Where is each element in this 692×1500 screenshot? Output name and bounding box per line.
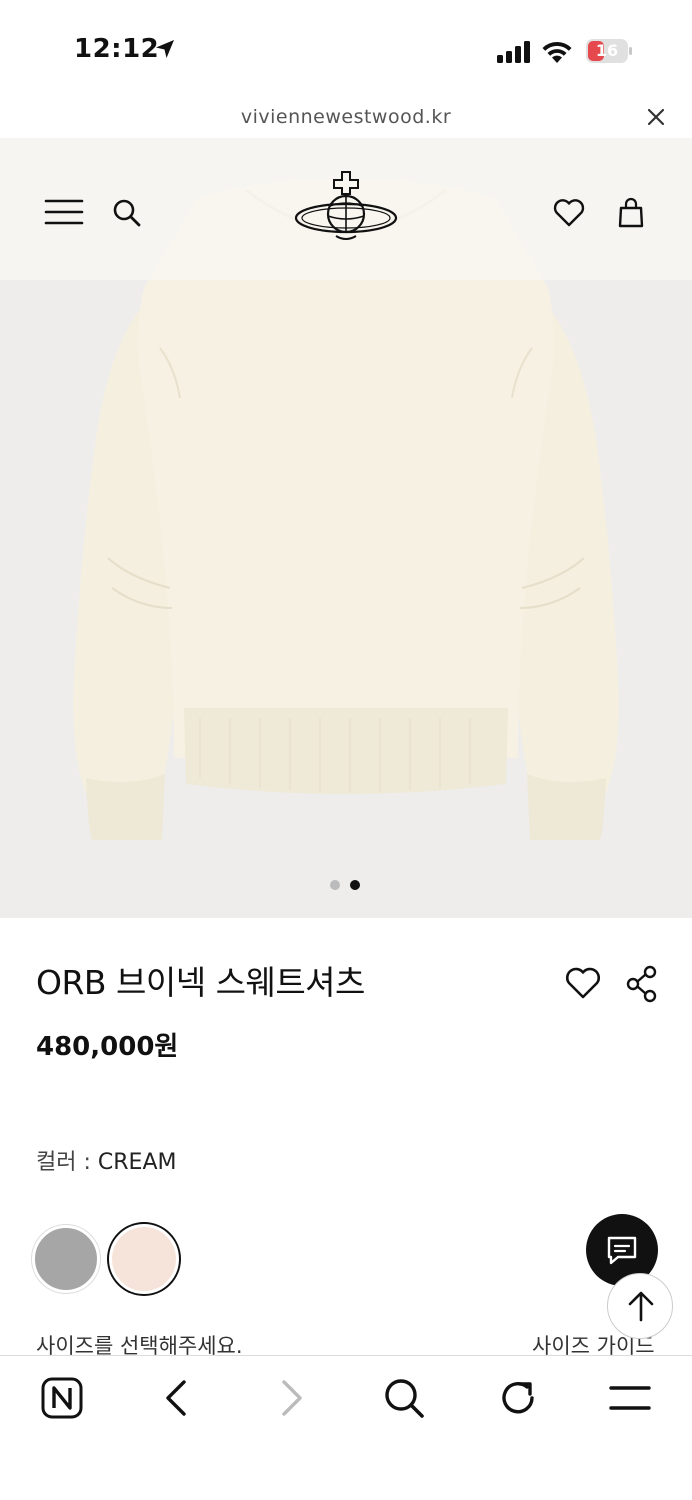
browser-bottom-nav	[0, 1355, 692, 1500]
status-bar: 12:12 16	[0, 0, 692, 100]
wifi-icon	[542, 41, 572, 63]
forward-icon[interactable]	[266, 1374, 314, 1422]
color-label: 컬러 : CREAM	[36, 1144, 176, 1176]
status-time: 12:12	[74, 34, 160, 64]
search-icon[interactable]	[112, 198, 142, 228]
product-title: ORB 브이넥 스웨트셔츠	[36, 963, 365, 1002]
search-icon[interactable]	[380, 1374, 428, 1422]
page-dot[interactable]	[330, 880, 340, 890]
product-price: 480,000원	[36, 1032, 179, 1062]
page-dot-active[interactable]	[350, 880, 360, 890]
battery-level: 16	[595, 41, 619, 60]
shopping-bag-icon[interactable]	[618, 196, 644, 228]
color-label-prefix: 컬러 :	[36, 1150, 98, 1175]
location-arrow-icon	[156, 40, 174, 58]
url-text[interactable]: viviennewestwood.kr	[0, 106, 692, 128]
arrow-up-icon	[628, 1291, 654, 1322]
image-pagination[interactable]	[330, 880, 364, 892]
wishlist-heart-icon[interactable]	[564, 966, 602, 1000]
scroll-to-top-button[interactable]	[607, 1273, 673, 1339]
reload-icon[interactable]	[494, 1374, 542, 1422]
close-icon[interactable]	[645, 106, 667, 128]
share-icon[interactable]	[624, 964, 660, 1004]
hamburger-menu-icon[interactable]	[44, 198, 84, 226]
chat-icon	[607, 1236, 637, 1265]
color-value: CREAM	[97, 1150, 177, 1175]
orb-logo[interactable]	[292, 170, 400, 246]
naver-n-icon[interactable]	[38, 1374, 86, 1422]
color-swatch-gray[interactable]	[32, 1225, 100, 1293]
browser-url-bar[interactable]: viviennewestwood.kr	[0, 100, 692, 138]
menu-icon[interactable]	[606, 1374, 654, 1422]
back-icon[interactable]	[154, 1374, 202, 1422]
color-swatch-cream[interactable]	[109, 1224, 179, 1294]
cellular-signal-icon	[497, 41, 530, 63]
heart-icon[interactable]	[552, 198, 586, 228]
